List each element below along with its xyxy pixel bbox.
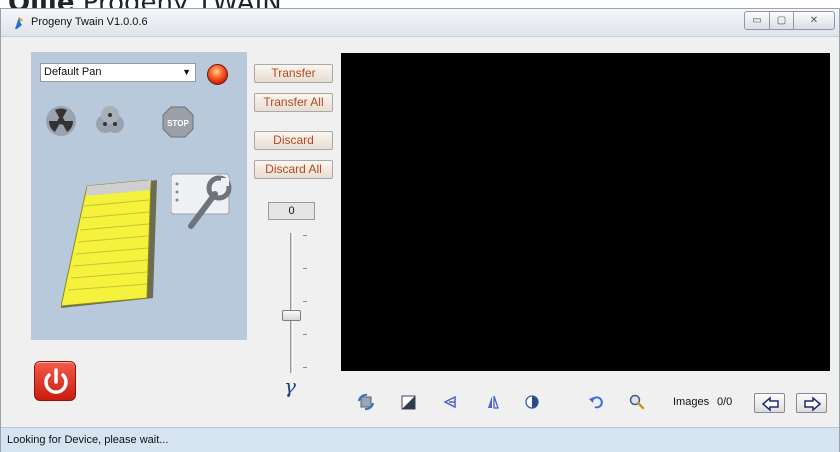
device-status-led-icon xyxy=(207,64,228,85)
notepad-icon[interactable] xyxy=(61,180,157,320)
images-label: Images xyxy=(673,396,710,408)
undo-icon[interactable] xyxy=(587,393,605,411)
scanner-control-panel: Default Pan ▼ STOP xyxy=(31,52,247,340)
discard-button[interactable]: Discard xyxy=(254,131,333,150)
gamma-slider-thumb[interactable] xyxy=(282,310,301,321)
maximize-button[interactable]: ▢ xyxy=(769,11,794,30)
slider-tick xyxy=(303,334,307,335)
flip-vertical-icon[interactable] xyxy=(484,393,502,411)
dropdown-arrow-icon: ▼ xyxy=(182,67,191,77)
svg-text:STOP: STOP xyxy=(167,119,189,128)
zoom-icon[interactable] xyxy=(628,393,646,411)
app-window: Progeny Twain V1.0.0.6 ▭ ▢ ✕ Default Pan… xyxy=(0,8,840,452)
arrow-left-icon xyxy=(761,396,779,412)
pan-dropdown[interactable]: Default Pan ▼ xyxy=(40,63,196,82)
images-count: 0/0 xyxy=(717,396,733,408)
close-button[interactable]: ✕ xyxy=(793,11,835,30)
next-image-button[interactable] xyxy=(796,393,827,413)
transfer-all-button[interactable]: Transfer All xyxy=(254,93,333,112)
status-text: Looking for Device, please wait... xyxy=(7,434,169,446)
power-icon xyxy=(44,368,68,394)
window-title: Progeny Twain V1.0.0.6 xyxy=(31,16,148,28)
invert-icon[interactable] xyxy=(400,393,418,411)
image-preview-area[interactable] xyxy=(341,53,830,371)
title-bar[interactable]: Progeny Twain V1.0.0.6 ▭ ▢ ✕ xyxy=(1,9,839,37)
minimize-button[interactable]: ▭ xyxy=(744,11,770,30)
flip-horizontal-icon[interactable] xyxy=(441,393,459,411)
gamma-slider-track[interactable] xyxy=(290,233,293,373)
previous-image-button[interactable] xyxy=(754,393,785,413)
slider-tick xyxy=(303,367,307,368)
app-logo-icon xyxy=(15,17,23,29)
discard-all-button[interactable]: Discard All xyxy=(254,160,333,179)
contrast-icon[interactable] xyxy=(523,393,541,411)
stop-icon[interactable]: STOP xyxy=(161,105,195,139)
power-button[interactable] xyxy=(34,361,76,401)
gamma-symbol: γ xyxy=(284,374,296,398)
slider-tick xyxy=(303,268,307,269)
multi-expose-radiation-icon[interactable] xyxy=(93,104,127,138)
slider-tick xyxy=(303,301,307,302)
arrow-right-icon xyxy=(804,396,822,412)
slider-tick xyxy=(303,235,307,236)
gamma-value: 0 xyxy=(268,202,315,220)
transfer-button[interactable]: Transfer xyxy=(254,64,333,83)
expose-radiation-icon[interactable] xyxy=(44,104,78,138)
status-bar: Looking for Device, please wait... xyxy=(1,427,839,452)
pan-dropdown-value: Default Pan xyxy=(44,66,102,78)
rotate-image-icon[interactable] xyxy=(357,393,375,411)
settings-wrench-icon[interactable] xyxy=(171,170,237,232)
